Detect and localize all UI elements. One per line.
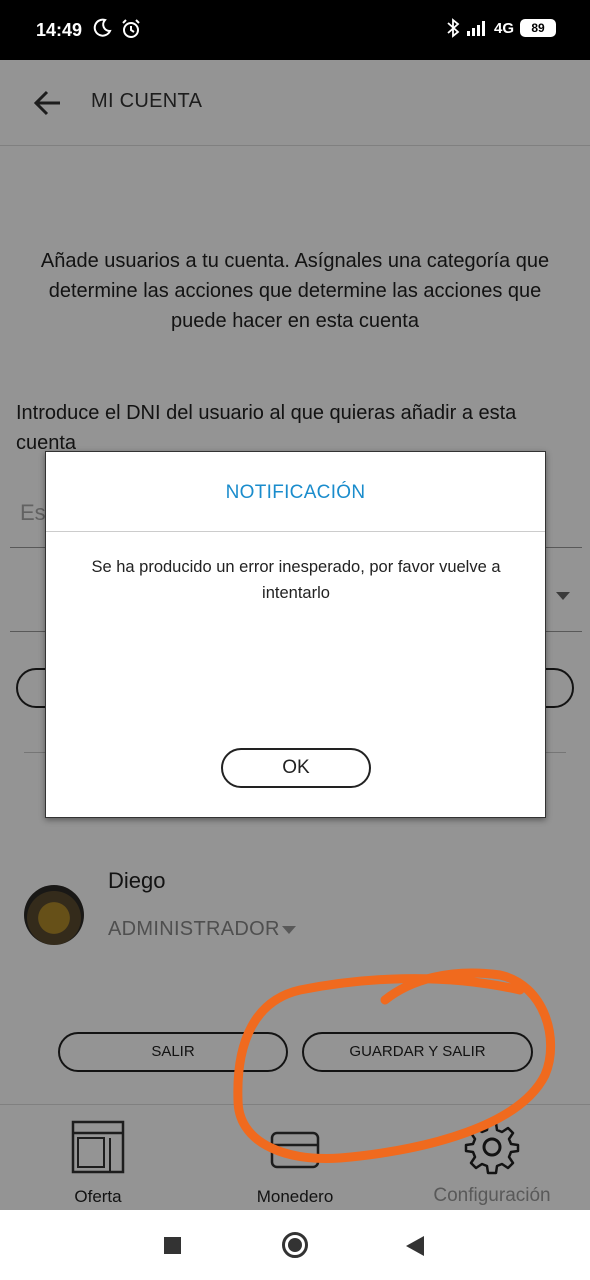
alarm-icon [122,19,140,38]
ok-button[interactable]: OK [221,748,371,788]
status-bar: 14:49 4G 89 [0,0,590,60]
dialog-title: NOTIFICACIÓN [225,482,366,503]
moon-icon [93,18,112,37]
notification-dialog: NOTIFICACIÓN Se ha producido un error in… [45,451,546,818]
battery-indicator: 89 [520,19,556,37]
dialog-message: Se ha producido un error inesperado, por… [91,558,501,602]
signal-icon [466,21,485,36]
back-triangle-icon[interactable] [406,1236,424,1256]
status-time: 14:49 [36,20,83,40]
system-nav-bar [0,1210,590,1280]
bluetooth-icon [447,18,460,38]
network-type: 4G [493,19,514,37]
home-icon[interactable] [282,1232,308,1258]
divider [46,531,545,532]
recents-icon[interactable] [164,1237,181,1254]
